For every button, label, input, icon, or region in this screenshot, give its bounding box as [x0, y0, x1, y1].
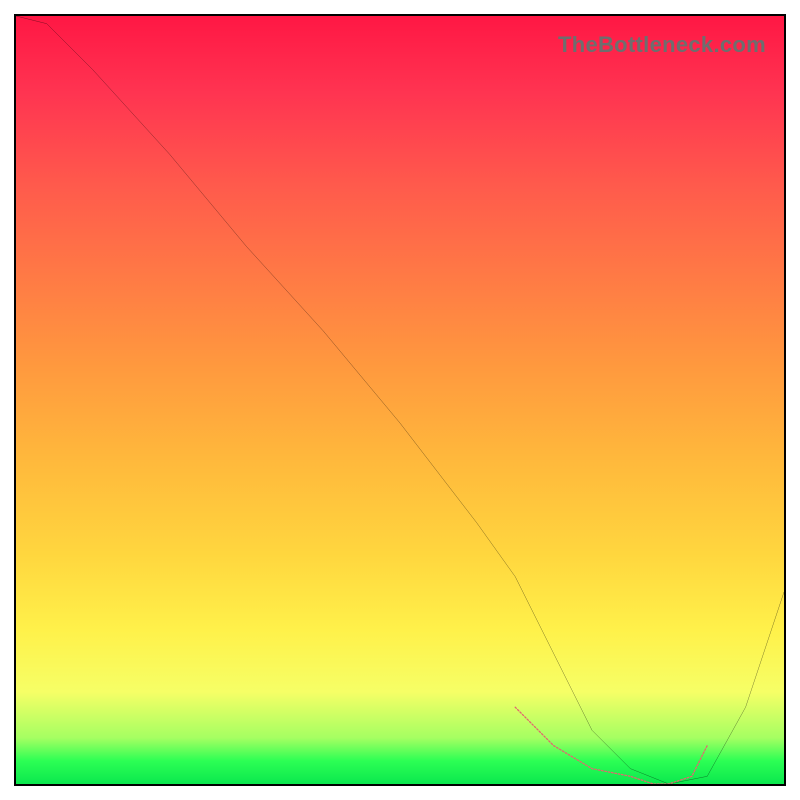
chart-container: TheBottleneck.com — [0, 0, 800, 800]
plot-area: TheBottleneck.com — [14, 14, 786, 786]
curve-layer — [16, 16, 784, 784]
optimal-band-dash — [515, 707, 707, 784]
bottleneck-curve — [16, 16, 784, 784]
attribution-watermark: TheBottleneck.com — [558, 32, 766, 58]
